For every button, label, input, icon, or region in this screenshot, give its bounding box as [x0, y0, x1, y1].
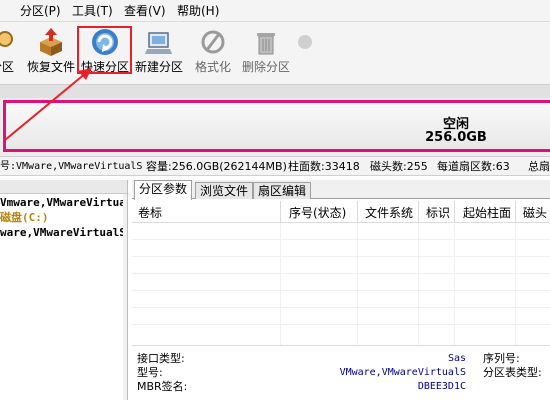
disk-details-panel: 接口类型: Sas 型号: VMware,VMwareVirtualS MBR签… [132, 345, 550, 400]
new-partition-label: 新建分区 [134, 60, 183, 74]
format-disabled-icon [201, 30, 225, 54]
menu-help[interactable]: 帮助(H) [177, 3, 219, 19]
recover-files-label: 恢复文件 [26, 60, 75, 74]
disk-header-strip [0, 84, 550, 98]
menu-partition[interactable]: 分区(P) [20, 3, 61, 19]
partition-table-body [132, 223, 550, 345]
tree-item-c-drive[interactable]: 磁盘(C:) [0, 211, 49, 225]
disk-info-bar: 号:VMware,VMwareVirtualS 容量:256.0GB(26214… [0, 156, 550, 176]
menu-view[interactable]: 查看(V) [124, 3, 166, 19]
col-separator [280, 201, 281, 222]
grid-line [132, 324, 550, 325]
menu-bar: 分区(P) 工具(T) 查看(V) 帮助(H) [0, 0, 550, 22]
magnifier-icon [0, 31, 13, 52]
model-value: VMware,VMwareVirtualS [339, 367, 466, 378]
menu-tools[interactable]: 工具(T) [72, 3, 113, 19]
interface-type-value: Sas [447, 353, 466, 364]
partial-gear-icon [298, 35, 312, 49]
partition-table-header: 卷标 序号(状态) 文件系统 标识 起始柱面 磁头 [132, 201, 550, 223]
col-separator [515, 201, 516, 222]
grid-line [515, 223, 516, 345]
disk-model-info: 号:VMware,VMwareVirtualS [0, 161, 143, 172]
col-file-system[interactable]: 文件系统 [365, 206, 413, 220]
tab-sector-edit[interactable]: 扇区编辑 [253, 182, 312, 199]
tree-scrollbar[interactable] [123, 194, 127, 400]
tree-header [0, 180, 127, 194]
disk-sectors-info: 每道扇区数:63 [437, 160, 510, 173]
tab-bar: 分区参数 浏览文件 扇区编辑 [132, 180, 550, 200]
col-separator [454, 201, 455, 222]
col-separator [357, 201, 358, 222]
delete-partition-button[interactable]: 删除分区 [240, 22, 292, 80]
grid-line [132, 273, 550, 274]
grid-line [418, 223, 419, 345]
tab-browse-files[interactable]: 浏览文件 [195, 182, 254, 199]
recover-box-icon [40, 28, 62, 56]
col-identifier[interactable]: 标识 [426, 206, 450, 220]
mbr-signature-value: DBEE3D1C [417, 381, 466, 392]
partial-tool-label: 分区 [0, 60, 14, 74]
disk-total-info: 总扇 [528, 160, 550, 173]
more-tool-button[interactable] [293, 22, 317, 80]
col-start-cylinder[interactable]: 起始柱面 [463, 206, 511, 220]
recover-files-button[interactable]: 恢复文件 [24, 22, 78, 80]
serial-number-label: 序列号: [483, 352, 520, 365]
format-button[interactable]: 格式化 [190, 22, 236, 80]
app-window: 分区(P) 工具(T) 查看(V) 帮助(H) 分区 恢复文件 [0, 0, 550, 400]
disk-heads-info: 磁头数:255 [370, 160, 428, 173]
disk-cylinders-info: 柱面数:33418 [288, 160, 360, 173]
free-space-partition[interactable]: 空闲 256.0GB [3, 100, 550, 152]
col-separator [418, 201, 419, 222]
grid-line [280, 223, 281, 345]
grid-line [454, 223, 455, 345]
model-label: 型号: [137, 366, 163, 379]
highlight-box [77, 26, 132, 74]
grid-line [132, 307, 550, 308]
interface-type-label: 接口类型: [137, 352, 185, 365]
mbr-signature-label: MBR签名: [137, 380, 188, 393]
disk-capacity-info: 容量:256.0GB(262144MB) [146, 160, 287, 173]
grid-line [132, 239, 550, 240]
col-volume-label[interactable]: 卷标 [138, 206, 162, 220]
grid-line [132, 290, 550, 291]
tab-partition-params[interactable]: 分区参数 [134, 180, 193, 200]
partial-tool-button[interactable]: 分区 [0, 22, 22, 80]
format-label: 格式化 [194, 60, 231, 74]
disk-map: 空闲 256.0GB [0, 98, 550, 156]
col-index-status[interactable]: 序号(状态) [289, 206, 346, 220]
grid-line [357, 223, 358, 345]
tree-item-disk1[interactable]: ware,VMwareVirtualS [0, 226, 126, 240]
tree-item-disk0[interactable]: Vmware,VMwareVirtualS [0, 196, 127, 210]
trash-bin-icon [257, 33, 275, 55]
grid-line [132, 256, 550, 257]
new-partition-button[interactable]: 新建分区 [132, 22, 186, 80]
delete-partition-label: 删除分区 [241, 60, 290, 74]
col-head[interactable]: 磁头 [523, 206, 547, 220]
disk-tree-panel: Vmware,VMwareVirtualS 磁盘(C:) ware,VMware… [0, 180, 128, 400]
partition-table-type-label: 分区表类型: [483, 366, 542, 379]
new-partition-drive-icon [145, 32, 172, 54]
partition-size: 256.0GB [425, 130, 487, 145]
